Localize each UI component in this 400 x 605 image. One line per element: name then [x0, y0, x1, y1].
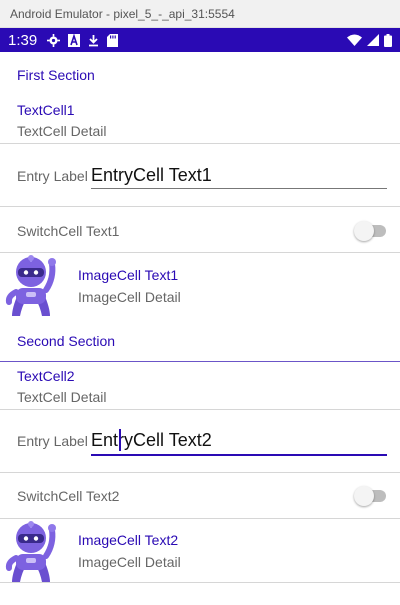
dotnet-bot-image [5, 255, 56, 316]
section-divider [0, 361, 400, 362]
gear-icon [47, 33, 61, 47]
window-title: Android Emulator - pixel_5_-_api_31:5554 [0, 0, 400, 28]
signal-icon [367, 34, 379, 46]
image-cell-title: ImageCell Text2 [78, 532, 179, 548]
table-view: First Section TextCell1 TextCell Detail … [0, 52, 400, 605]
switch-toggle-1[interactable] [354, 219, 388, 241]
entry-field-1[interactable] [91, 161, 387, 189]
image-cell-detail: ImageCell Detail [78, 289, 181, 305]
entry-underline [91, 188, 387, 189]
switch-label: SwitchCell Text1 [17, 223, 120, 239]
section-header-first: First Section [17, 67, 95, 83]
switch-thumb [354, 221, 374, 241]
text-cell-title: TextCell2 [17, 368, 75, 384]
sd-card-icon [107, 33, 119, 47]
cell-divider [0, 582, 400, 583]
text-caret [119, 429, 121, 451]
battery-icon [384, 33, 392, 47]
entry-field-2[interactable] [91, 426, 387, 454]
download-icon [88, 34, 99, 47]
text-cell-detail: TextCell Detail [17, 123, 107, 139]
cell-divider [0, 472, 400, 473]
status-bar: 1:39 [0, 28, 400, 52]
emulator-window: Android Emulator - pixel_5_-_api_31:5554… [0, 0, 400, 605]
cell-divider [0, 143, 400, 144]
dotnet-bot-image [5, 521, 56, 582]
switch-toggle-2[interactable] [354, 484, 388, 506]
cell-divider [0, 409, 400, 410]
cell-divider [0, 518, 400, 519]
entry-underline-focused [91, 454, 387, 456]
a-icon [68, 33, 81, 47]
text-cell-title: TextCell1 [17, 102, 75, 118]
entry-label: Entry Label [17, 433, 88, 449]
image-cell-title: ImageCell Text1 [78, 267, 179, 283]
cell-divider [0, 206, 400, 207]
cell-divider [0, 252, 400, 253]
image-cell-detail: ImageCell Detail [78, 554, 181, 570]
wifi-icon [347, 34, 362, 46]
switch-label: SwitchCell Text2 [17, 488, 120, 504]
section-header-second: Second Section [17, 333, 116, 349]
text-cell-detail: TextCell Detail [17, 389, 107, 405]
entry-label: Entry Label [17, 168, 88, 184]
status-time: 1:39 [8, 31, 38, 49]
switch-thumb [354, 486, 374, 506]
